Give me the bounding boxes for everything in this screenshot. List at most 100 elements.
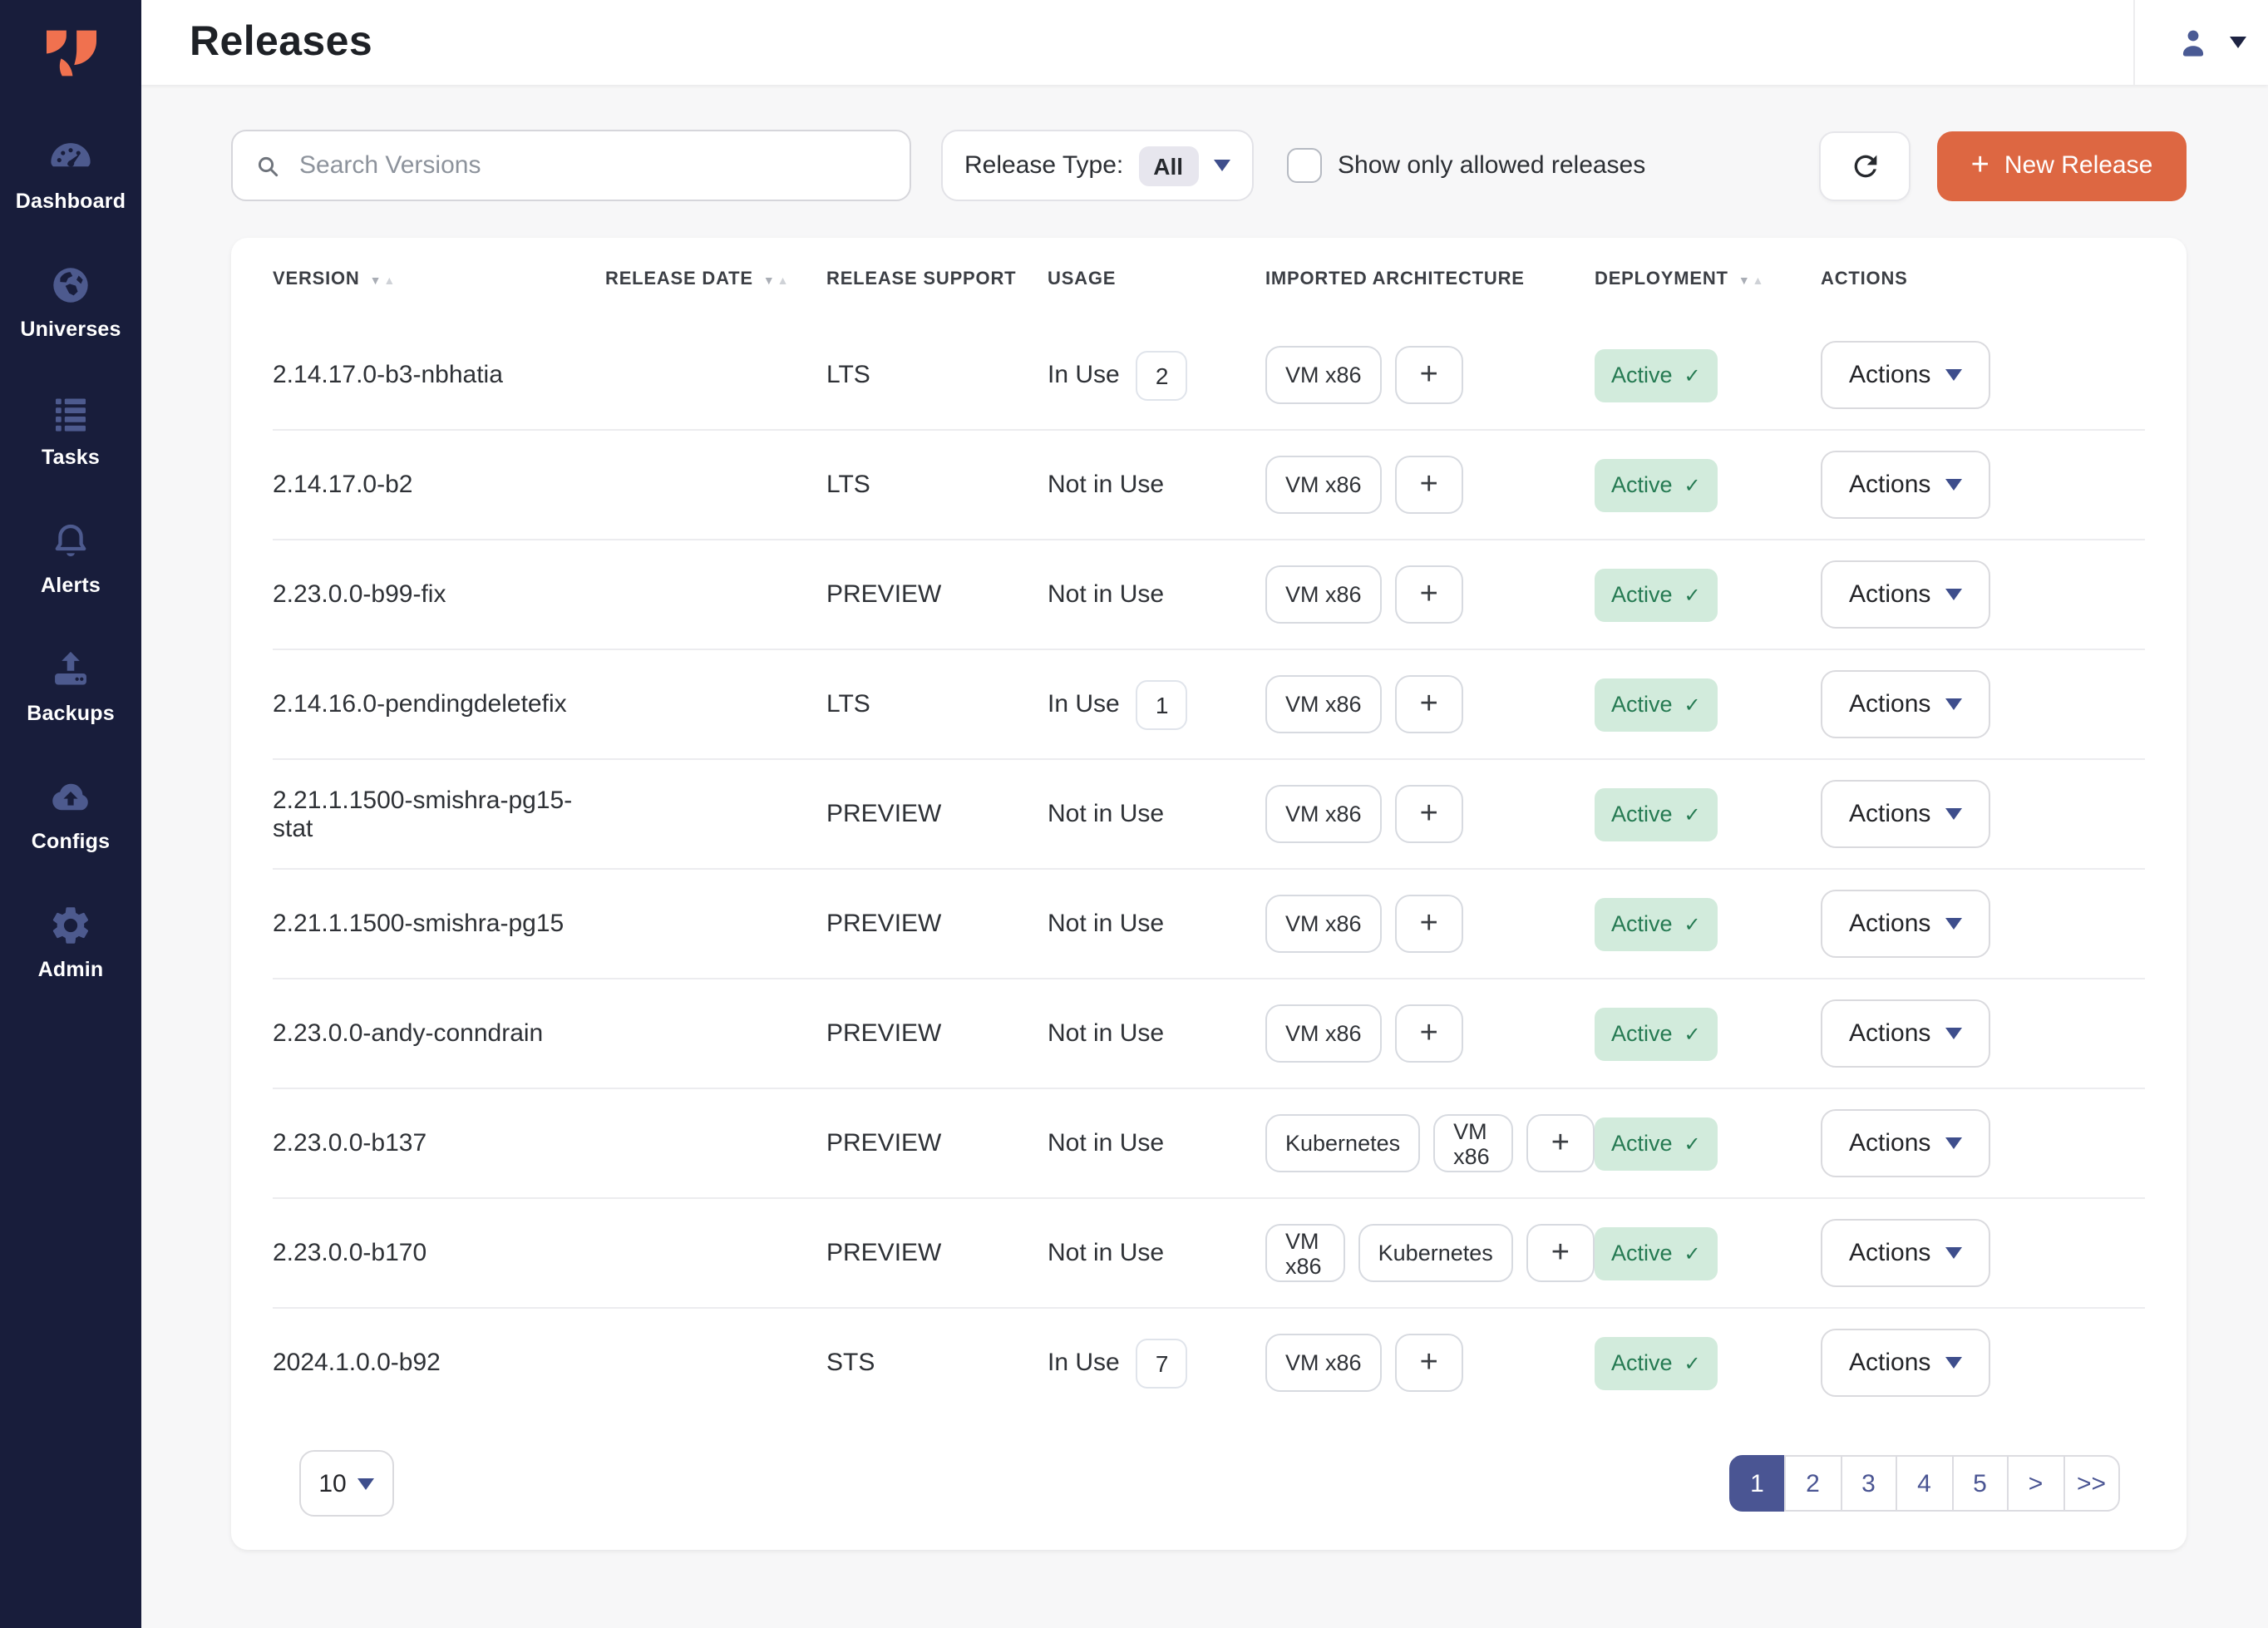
usage-text: Not in Use — [1048, 580, 1164, 609]
usage-text: In Use — [1048, 690, 1120, 718]
release-support-cell: LTS — [826, 471, 1048, 499]
actions-button[interactable]: Actions — [1821, 1329, 1990, 1397]
page-button-1[interactable]: 1 — [1728, 1455, 1786, 1512]
actions-button[interactable]: Actions — [1821, 890, 1990, 958]
new-release-button[interactable]: + New Release — [1937, 131, 2187, 200]
architecture-chip[interactable]: Kubernetes — [1358, 1224, 1513, 1282]
architecture-chip[interactable]: VM x86 — [1265, 1004, 1382, 1063]
page-button-4[interactable]: 4 — [1896, 1455, 1953, 1512]
actions-button[interactable]: Actions — [1821, 560, 1990, 629]
deployment-cell: Active ✓ — [1595, 897, 1821, 950]
sidebar-item-backups[interactable]: Backups — [0, 635, 141, 763]
usage-cell: In Use7 — [1048, 1338, 1265, 1388]
user-menu[interactable] — [2133, 0, 2268, 85]
chevron-down-icon — [1213, 160, 1230, 171]
page-button-2[interactable]: 2 — [1784, 1455, 1842, 1512]
add-architecture-button[interactable]: + — [1395, 346, 1463, 404]
column-label: RELEASE DATE — [605, 269, 753, 289]
add-architecture-button[interactable]: + — [1395, 895, 1463, 953]
actions-button[interactable]: Actions — [1821, 451, 1990, 519]
architecture-chip[interactable]: VM x86 — [1265, 1224, 1345, 1282]
next-page-button[interactable]: > — [2007, 1455, 2064, 1512]
sort-icons[interactable]: ▼▲ — [1738, 269, 1764, 289]
column-header-version[interactable]: VERSION▼▲ — [273, 269, 605, 289]
app-root: Dashboard UniversesTasksAlertsBackupsConf… — [0, 0, 2268, 1628]
usage-cell: In Use 2 — [1048, 350, 1265, 400]
add-architecture-button[interactable]: + — [1395, 1334, 1463, 1392]
release-support-cell: PREVIEW — [826, 580, 1048, 609]
architecture-chip[interactable]: VM x86 — [1265, 346, 1382, 404]
sidebar-item-label: Dashboard — [16, 190, 126, 213]
sidebar-item-tasks[interactable]: Tasks — [0, 379, 141, 507]
architecture-chip[interactable]: Kubernetes — [1265, 1114, 1420, 1172]
deployment-status-text: Active — [1611, 911, 1673, 936]
usage-cell: Not in Use — [1048, 1129, 1265, 1157]
architecture-chip[interactable]: VM x86 — [1433, 1114, 1513, 1172]
sidebar-item-alerts[interactable]: Alerts — [0, 507, 141, 635]
sidebar-item-configs[interactable]: Configs — [0, 763, 141, 891]
add-architecture-button[interactable]: + — [1526, 1114, 1595, 1172]
dashboard-icon — [48, 135, 93, 180]
column-header-release-date[interactable]: RELEASE DATE ▼▲ — [605, 269, 826, 289]
deployment-status-text: Active — [1611, 692, 1673, 717]
column-header-deployment[interactable]: DEPLOYMENT ▼▲ — [1595, 269, 1821, 289]
chevron-down-icon — [358, 1478, 375, 1489]
table-row: 2.14.17.0-b2LTSNot in UseVM x86+Active✓A… — [273, 431, 2145, 540]
actions-button[interactable]: Actions — [1821, 341, 1990, 409]
check-icon: ✓ — [1684, 1243, 1701, 1263]
add-architecture-button[interactable]: + — [1395, 565, 1463, 624]
column-label: DEPLOYMENT — [1595, 269, 1728, 289]
usage-text: Not in Use — [1048, 800, 1164, 828]
last-page-button[interactable]: >> — [2063, 1455, 2120, 1512]
yugabyte-logo-icon[interactable] — [41, 17, 101, 90]
actions-button[interactable]: Actions — [1821, 1219, 1990, 1287]
usage-text: Not in Use — [1048, 471, 1164, 499]
architecture-chip[interactable]: VM x86 — [1265, 456, 1382, 514]
actions-button[interactable]: Actions — [1821, 780, 1990, 848]
page-size-value: 10 — [318, 1469, 346, 1497]
release-type-filter[interactable]: Release Type: All — [941, 130, 1253, 201]
actions-label: Actions — [1849, 1239, 1930, 1267]
usage-text: In Use — [1048, 361, 1120, 389]
architecture-chip[interactable]: VM x86 — [1265, 675, 1382, 733]
add-architecture-button[interactable]: + — [1526, 1224, 1595, 1282]
add-architecture-button[interactable]: + — [1395, 1004, 1463, 1063]
column-label: IMPORTED ARCHITECTURE — [1265, 269, 1525, 289]
add-architecture-button[interactable]: + — [1395, 675, 1463, 733]
usage-count-badge: 2 — [1136, 350, 1188, 400]
actions-label: Actions — [1849, 580, 1930, 609]
add-architecture-button[interactable]: + — [1395, 456, 1463, 514]
sidebar-item-admin[interactable]: Admin — [0, 891, 141, 1019]
deployment-status-badge: Active✓ — [1595, 348, 1718, 402]
version-cell: 2.14.16.0-pendingdeletefix — [273, 690, 605, 718]
sort-icons[interactable]: ▼▲ — [763, 269, 789, 289]
check-icon: ✓ — [1684, 914, 1701, 934]
page-size-select[interactable]: 10 — [299, 1450, 394, 1517]
page-button-5[interactable]: 5 — [1951, 1455, 2009, 1512]
actions-button[interactable]: Actions — [1821, 670, 1990, 738]
actions-label: Actions — [1849, 910, 1930, 938]
sort-icons[interactable]: ▼▲ — [370, 269, 396, 289]
deployment-status-badge: Active✓ — [1595, 787, 1718, 841]
sidebar-item-label: Admin — [38, 958, 104, 981]
search-input[interactable] — [296, 150, 888, 181]
actions-label: Actions — [1849, 690, 1930, 718]
architecture-chip[interactable]: VM x86 — [1265, 895, 1382, 953]
page-button-3[interactable]: 3 — [1840, 1455, 1897, 1512]
architecture-chip[interactable]: VM x86 — [1265, 785, 1382, 843]
usage-cell: Not in Use — [1048, 471, 1265, 499]
architecture-chip[interactable]: VM x86 — [1265, 1334, 1382, 1392]
actions-button[interactable]: Actions — [1821, 999, 1990, 1068]
show-allowed-releases-toggle[interactable]: Show only allowed releases — [1286, 148, 1645, 183]
sidebar-item-universes[interactable]: Universes — [0, 251, 141, 379]
add-architecture-button[interactable]: + — [1395, 785, 1463, 843]
architecture-chip[interactable]: VM x86 — [1265, 565, 1382, 624]
refresh-button[interactable] — [1819, 131, 1911, 200]
release-support-cell: PREVIEW — [826, 1239, 1048, 1267]
actions-button[interactable]: Actions — [1821, 1109, 1990, 1177]
show-allowed-checkbox[interactable] — [1286, 148, 1321, 183]
deployment-status-badge: Active✓ — [1595, 1007, 1718, 1060]
usage-text: Not in Use — [1048, 910, 1164, 938]
sidebar-item-dashboard[interactable]: Dashboard — [0, 123, 141, 251]
actions-label: Actions — [1849, 471, 1930, 499]
